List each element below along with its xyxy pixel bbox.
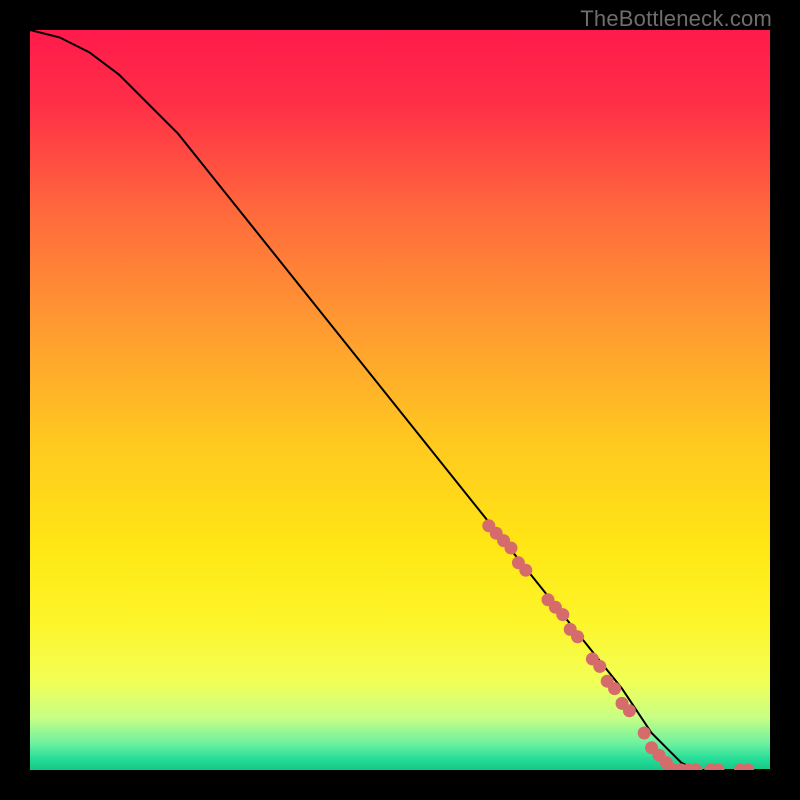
plot-area	[30, 30, 770, 770]
chart-stage: TheBottleneck.com	[0, 0, 800, 800]
marker-group	[482, 519, 754, 770]
data-marker	[556, 608, 569, 621]
data-marker	[608, 682, 621, 695]
data-marker	[571, 630, 584, 643]
data-marker	[593, 660, 606, 673]
watermark-text: TheBottleneck.com	[580, 6, 772, 32]
data-marker	[623, 704, 636, 717]
data-marker	[638, 727, 651, 740]
data-marker	[505, 542, 518, 555]
chart-overlay	[30, 30, 770, 770]
data-marker	[519, 564, 532, 577]
curve-line	[30, 30, 770, 770]
